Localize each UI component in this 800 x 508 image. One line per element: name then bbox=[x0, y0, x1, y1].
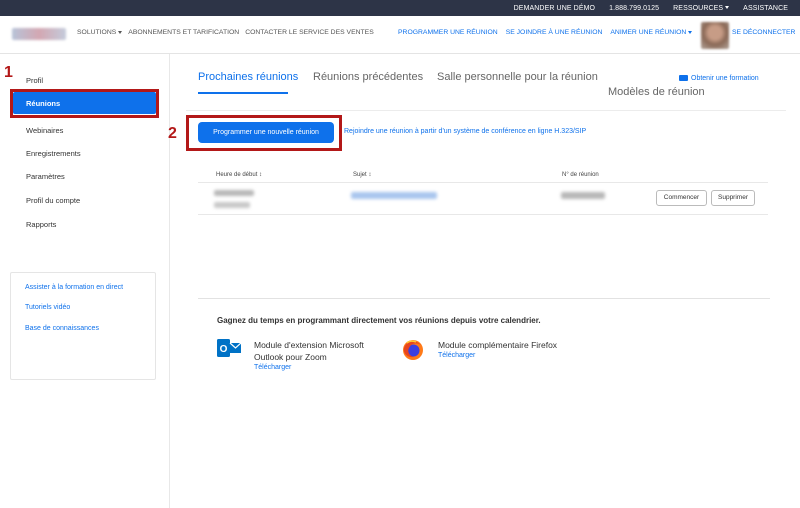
meeting-id-value bbox=[561, 192, 605, 199]
sidebar-item-profile[interactable]: Profil bbox=[26, 76, 43, 85]
video-camera-icon bbox=[679, 75, 688, 82]
outlook-plugin-line1: Module d'extension Microsoft bbox=[254, 340, 364, 350]
tabs-divider bbox=[186, 110, 786, 111]
meeting-topic-link[interactable] bbox=[351, 192, 437, 199]
sidebar-item-reports[interactable]: Rapports bbox=[26, 220, 56, 229]
column-header-start-time-label: Heure de début bbox=[216, 172, 258, 178]
nav-contact-sales[interactable]: CONTACTER LE SERVICE DES VENTES bbox=[245, 29, 374, 36]
active-tab-indicator bbox=[198, 92, 288, 94]
column-header-topic-label: Sujet bbox=[353, 172, 367, 178]
start-time-value bbox=[214, 190, 254, 196]
support-link[interactable]: ASSISTANCE bbox=[743, 5, 788, 12]
firefox-icon bbox=[403, 340, 423, 360]
table-header-divider bbox=[198, 182, 768, 183]
zoom-logo[interactable] bbox=[12, 28, 66, 40]
sort-icon: ↕ bbox=[259, 172, 263, 178]
knowledge-base-link[interactable]: Base de connaissances bbox=[25, 325, 99, 332]
tab-meeting-templates[interactable]: Modèles de réunion bbox=[608, 86, 705, 98]
nav-schedule-meeting[interactable]: PROGRAMMER UNE RÉUNION bbox=[398, 29, 498, 36]
start-date-value bbox=[214, 202, 250, 208]
nav-solutions[interactable]: SOLUTIONS bbox=[77, 29, 123, 36]
top-utility-bar: DEMANDER UNE DÉMO 1.888.799.0125 RESSOUR… bbox=[0, 0, 800, 16]
tab-personal-room[interactable]: Salle personnelle pour la réunion bbox=[437, 71, 598, 83]
column-header-meeting-id: N° de réunion bbox=[562, 172, 599, 178]
firefox-download-link[interactable]: Télécharger bbox=[438, 352, 475, 359]
annotation-step-2: 2 bbox=[168, 125, 177, 142]
nav-host-meeting-label: ANIMER UNE RÉUNION bbox=[610, 29, 687, 36]
chevron-down-icon bbox=[118, 30, 123, 34]
tab-upcoming-meetings[interactable]: Prochaines réunions bbox=[198, 71, 298, 83]
schedule-new-meeting-button[interactable]: Programmer une nouvelle réunion bbox=[198, 122, 334, 143]
join-h323-sip-link[interactable]: Rejoindre une réunion à partir d'un syst… bbox=[344, 128, 586, 135]
sidebar: Profil Réunions Webinaires Enregistremen… bbox=[0, 54, 170, 508]
column-header-start-time[interactable]: Heure de début ↕ bbox=[216, 172, 262, 178]
column-header-topic[interactable]: Sujet ↕ bbox=[353, 172, 371, 178]
chevron-down-icon bbox=[725, 6, 730, 10]
firefox-plugin-label: Module complémentaire Firefox bbox=[438, 340, 558, 350]
svg-text:O: O bbox=[220, 344, 228, 355]
main-navbar: SOLUTIONS ABONNEMENTS ET TARIFICATION CO… bbox=[0, 16, 800, 54]
resources-label: RESSOURCES bbox=[673, 4, 724, 12]
avatar[interactable] bbox=[701, 22, 729, 49]
calendar-section-title: Gagnez du temps en programmant directeme… bbox=[217, 316, 541, 325]
sidebar-item-settings[interactable]: Paramètres bbox=[26, 172, 65, 181]
annotation-step-1: 1 bbox=[4, 64, 13, 81]
resources-menu[interactable]: RESSOURCES bbox=[673, 4, 730, 12]
logout-link[interactable]: SE DÉCONNECTER bbox=[732, 29, 795, 36]
nav-pricing[interactable]: ABONNEMENTS ET TARIFICATION bbox=[128, 29, 239, 36]
phone-link[interactable]: 1.888.799.0125 bbox=[609, 5, 659, 12]
get-training-link[interactable]: Obtenir une formation bbox=[679, 75, 759, 82]
sort-icon: ↕ bbox=[368, 172, 372, 178]
outlook-icon: O bbox=[217, 339, 241, 357]
sidebar-item-recordings[interactable]: Enregistrements bbox=[26, 149, 81, 158]
get-training-label: Obtenir une formation bbox=[691, 75, 759, 82]
sidebar-item-account-profile[interactable]: Profil du compte bbox=[26, 196, 80, 205]
help-box: Assister à la formation en direct Tutori… bbox=[10, 272, 156, 380]
outlook-download-link[interactable]: Télécharger bbox=[254, 364, 291, 371]
nav-join-meeting[interactable]: SE JOINDRE À UNE RÉUNION bbox=[506, 29, 603, 36]
request-demo-link[interactable]: DEMANDER UNE DÉMO bbox=[514, 5, 595, 12]
chevron-down-icon bbox=[688, 30, 693, 34]
start-meeting-button[interactable]: Commencer bbox=[656, 190, 707, 206]
delete-meeting-button[interactable]: Supprimer bbox=[711, 190, 755, 206]
outlook-plugin-line2: Outlook pour Zoom bbox=[254, 352, 327, 362]
tab-previous-meetings[interactable]: Réunions précédentes bbox=[313, 71, 423, 83]
nav-host-meeting[interactable]: ANIMER UNE RÉUNION bbox=[610, 29, 693, 36]
section-divider bbox=[198, 298, 770, 299]
annotation-box-1 bbox=[10, 89, 159, 118]
video-tutorials-link[interactable]: Tutoriels vidéo bbox=[25, 304, 70, 311]
live-training-link[interactable]: Assister à la formation en direct bbox=[25, 284, 123, 291]
nav-solutions-label: SOLUTIONS bbox=[77, 29, 117, 36]
table-row-divider bbox=[198, 214, 768, 215]
sidebar-item-webinars[interactable]: Webinaires bbox=[26, 126, 63, 135]
